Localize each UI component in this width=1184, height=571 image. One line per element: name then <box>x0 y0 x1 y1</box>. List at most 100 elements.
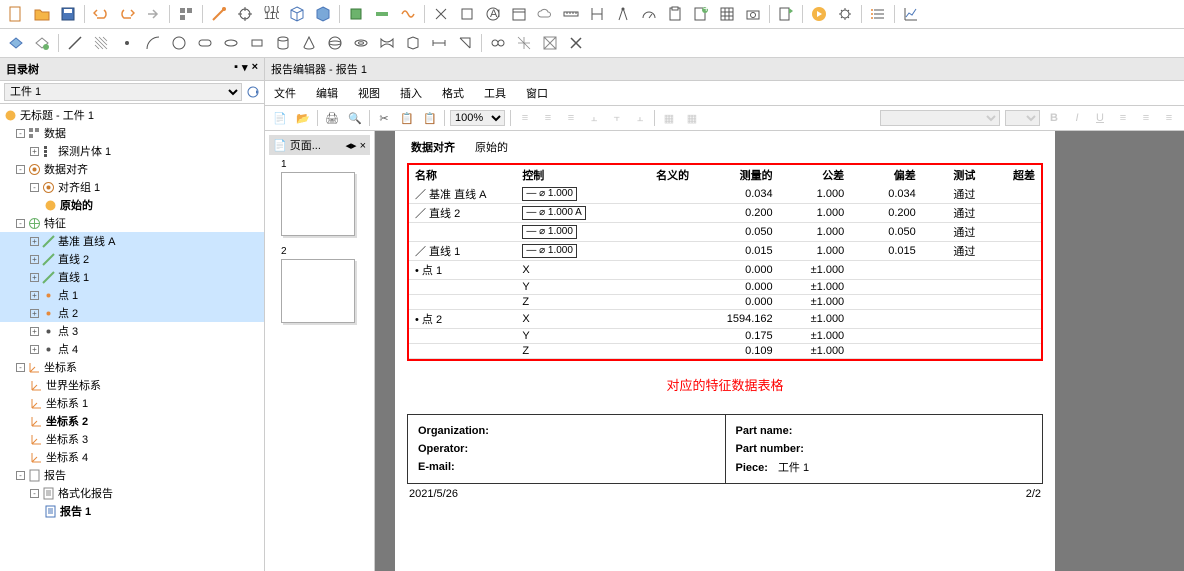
align-center-icon[interactable]: ≡ <box>539 109 557 127</box>
cube-icon[interactable] <box>287 4 307 24</box>
dropdown-icon[interactable]: ▾ <box>242 61 248 77</box>
f-misc1-icon[interactable] <box>488 33 508 53</box>
italic-icon[interactable]: I <box>1068 109 1086 127</box>
add-note-icon[interactable]: + <box>691 4 711 24</box>
tree-point1[interactable]: +点 1 <box>0 286 264 304</box>
close-icon[interactable]: × <box>252 61 258 77</box>
f-ellipse-icon[interactable] <box>221 33 241 53</box>
probe-icon[interactable] <box>209 4 229 24</box>
tree-cs3[interactable]: 坐标系 3 <box>0 430 264 448</box>
f-slot-icon[interactable] <box>195 33 215 53</box>
f-arc-icon[interactable] <box>143 33 163 53</box>
underline-icon[interactable]: U <box>1091 109 1109 127</box>
preview-icon[interactable]: 🔍 <box>346 109 364 127</box>
open-icon[interactable] <box>32 4 52 24</box>
refresh-icon[interactable] <box>246 85 260 99</box>
menu-file[interactable]: 文件 <box>271 84 299 102</box>
forward-icon[interactable] <box>143 4 163 24</box>
tree-probe[interactable]: +探测片体 1 <box>0 142 264 160</box>
f-cylinder-icon[interactable] <box>273 33 293 53</box>
menu-format[interactable]: 格式 <box>439 84 467 102</box>
tool3-icon[interactable]: AI <box>483 4 503 24</box>
f-dim1-icon[interactable] <box>429 33 449 53</box>
tree-line1[interactable]: +直线 1 <box>0 268 264 286</box>
tree-cs4[interactable]: 坐标系 4 <box>0 448 264 466</box>
f-torus-icon[interactable] <box>351 33 371 53</box>
f-grid-icon[interactable] <box>91 33 111 53</box>
calendar-icon[interactable] <box>509 4 529 24</box>
tree-point2[interactable]: +点 2 <box>0 304 264 322</box>
shape2-icon[interactable] <box>372 4 392 24</box>
list-icon[interactable] <box>868 4 888 24</box>
save-icon[interactable] <box>58 4 78 24</box>
menu-edit[interactable]: 编辑 <box>313 84 341 102</box>
cut-icon[interactable]: ✂ <box>375 109 393 127</box>
new-doc-icon[interactable]: 📄 <box>271 109 289 127</box>
tree-data[interactable]: -数据 <box>0 124 264 142</box>
caliper-icon[interactable] <box>587 4 607 24</box>
f-poly-icon[interactable] <box>403 33 423 53</box>
tree-align-group[interactable]: -对齐组 1 <box>0 178 264 196</box>
tree-fmt-report[interactable]: -格式化报告 <box>0 484 264 502</box>
table-icon[interactable] <box>717 4 737 24</box>
tree-original[interactable]: 原始的 <box>0 196 264 214</box>
f-surface-icon[interactable] <box>377 33 397 53</box>
f-dim2-icon[interactable] <box>455 33 475 53</box>
align-bot-icon[interactable]: ⫠ <box>631 109 649 127</box>
thumb-1[interactable]: 1 <box>281 159 364 236</box>
tree-align[interactable]: -数据对齐 <box>0 160 264 178</box>
f-line-icon[interactable] <box>65 33 85 53</box>
camera-icon[interactable] <box>743 4 763 24</box>
tree-point4[interactable]: +点 4 <box>0 340 264 358</box>
align-mid-icon[interactable]: ⫟ <box>608 109 626 127</box>
redo-icon[interactable] <box>117 4 137 24</box>
workpiece-selector[interactable]: 工件 1 <box>4 83 242 101</box>
export-icon[interactable] <box>776 4 796 24</box>
f-cone-icon[interactable] <box>299 33 319 53</box>
tree-report1[interactable]: 报告 1 <box>0 502 264 520</box>
tree-datum-a[interactable]: +基准 直线 A <box>0 232 264 250</box>
align-left-icon[interactable]: ≡ <box>516 109 534 127</box>
font-select[interactable] <box>880 110 1000 126</box>
print-icon[interactable]: 🖨 <box>323 109 341 127</box>
menu-tool[interactable]: 工具 <box>481 84 509 102</box>
tree-report[interactable]: -报告 <box>0 466 264 484</box>
pin-icon[interactable]: ▪ <box>234 61 238 77</box>
f-misc3-icon[interactable] <box>540 33 560 53</box>
f-sphere-icon[interactable] <box>325 33 345 53</box>
menu-insert[interactable]: 插入 <box>397 84 425 102</box>
align-right-icon[interactable]: ≡ <box>562 109 580 127</box>
f-misc2-icon[interactable] <box>514 33 534 53</box>
f-circle-icon[interactable] <box>169 33 189 53</box>
send-back-icon[interactable]: ▦ <box>683 109 701 127</box>
tree-coord[interactable]: -坐标系 <box>0 358 264 376</box>
binary-icon[interactable]: 010110 <box>261 4 281 24</box>
tree-cs1[interactable]: 坐标系 1 <box>0 394 264 412</box>
paste-icon[interactable]: 📋 <box>421 109 439 127</box>
f-point-icon[interactable] <box>117 33 137 53</box>
undo-icon[interactable] <box>91 4 111 24</box>
play-icon[interactable] <box>809 4 829 24</box>
wave-icon[interactable] <box>398 4 418 24</box>
target-icon[interactable] <box>235 4 255 24</box>
shape1-icon[interactable] <box>346 4 366 24</box>
text-center-icon[interactable]: ≡ <box>1137 109 1155 127</box>
menu-view[interactable]: 视图 <box>355 84 383 102</box>
clipboard-icon[interactable] <box>665 4 685 24</box>
compass-icon[interactable] <box>613 4 633 24</box>
zoom-select[interactable]: 100% <box>450 110 505 126</box>
copy-icon[interactable]: 📋 <box>398 109 416 127</box>
tree-line2[interactable]: +直线 2 <box>0 250 264 268</box>
chart-icon[interactable] <box>901 4 921 24</box>
gauge-icon[interactable] <box>639 4 659 24</box>
f-cross-icon[interactable] <box>566 33 586 53</box>
text-left-icon[interactable]: ≡ <box>1114 109 1132 127</box>
tree-view[interactable]: 无标题 - 工件 1 -数据 +探测片体 1 -数据对齐 -对齐组 1 原始的 … <box>0 104 264 571</box>
bring-front-icon[interactable]: ▦ <box>660 109 678 127</box>
tool1-icon[interactable] <box>431 4 451 24</box>
cloud-icon[interactable] <box>535 4 555 24</box>
ruler-icon[interactable] <box>561 4 581 24</box>
open-doc-icon[interactable]: 📂 <box>294 109 312 127</box>
tree-cs2[interactable]: 坐标系 2 <box>0 412 264 430</box>
f-icon-2[interactable] <box>32 33 52 53</box>
